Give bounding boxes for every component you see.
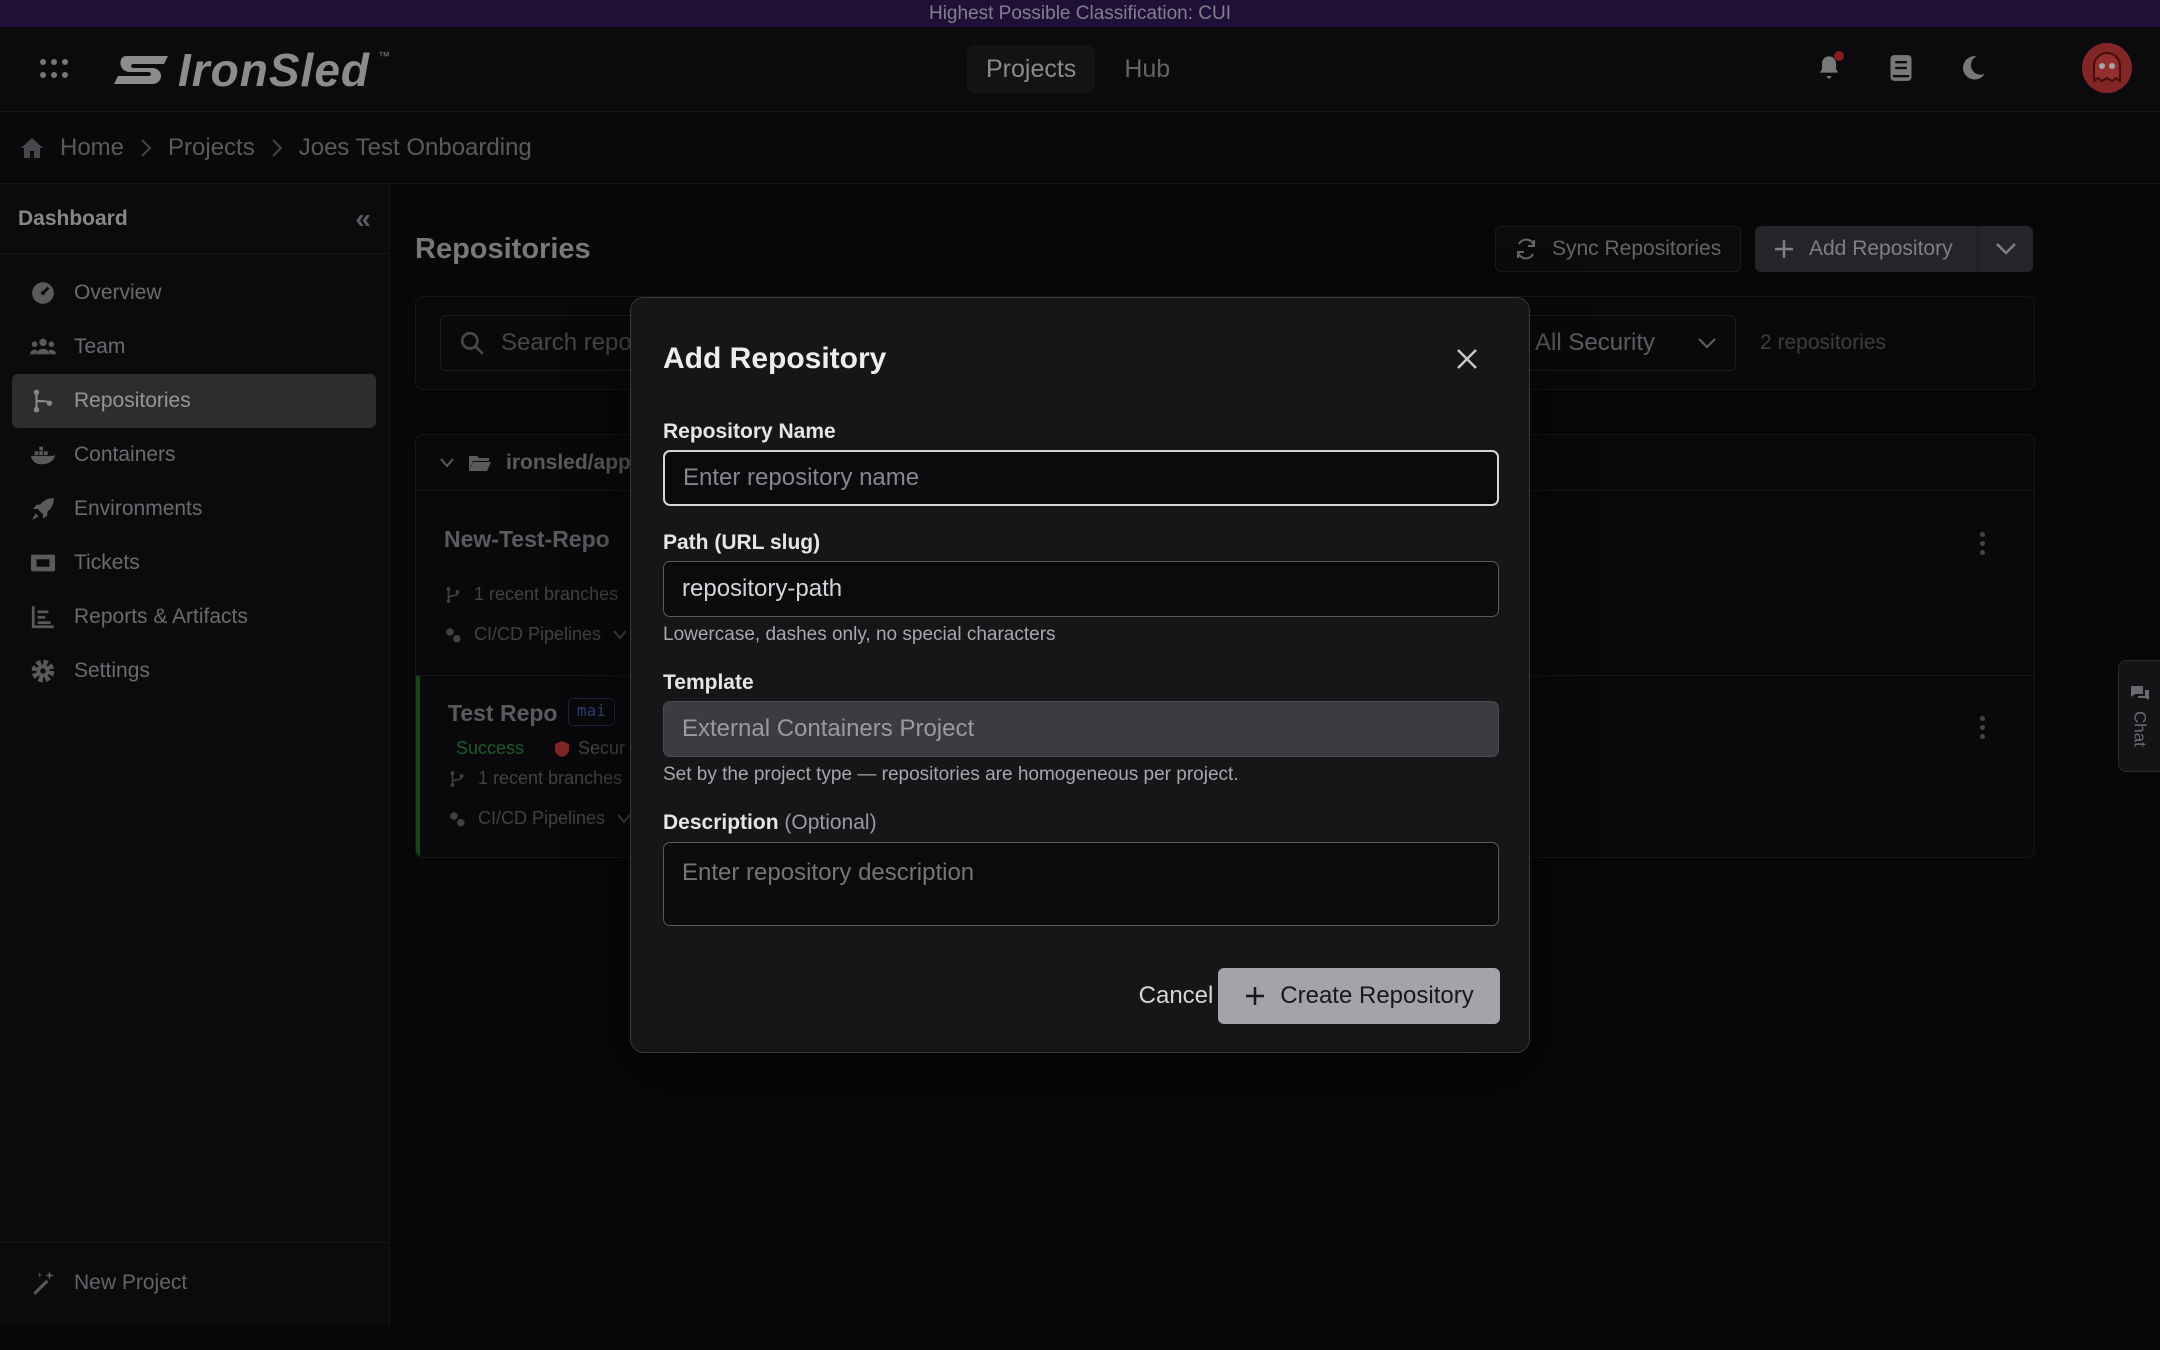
plus-icon [1246, 987, 1265, 1005]
description-label: Description (Optional) [663, 811, 877, 834]
chat-bubbles-icon [2130, 686, 2149, 701]
path-label: Path (URL slug) [663, 531, 821, 554]
template-field-readonly: External Containers Project [663, 701, 1499, 757]
template-hint: Set by the project type — repositories a… [663, 764, 1239, 785]
path-input[interactable]: repository-path [663, 561, 1499, 617]
path-hint: Lowercase, dashes only, no special chara… [663, 624, 1056, 645]
repository-name-input[interactable] [663, 450, 1499, 506]
template-label: Template [663, 671, 754, 694]
repository-name-label: Repository Name [663, 420, 836, 443]
add-repository-dialog: Add Repository Repository Name Path (URL… [630, 297, 1530, 1053]
dialog-title: Add Repository [663, 342, 887, 375]
create-repository-button[interactable]: Create Repository [1218, 968, 1500, 1024]
chat-tab[interactable]: Chat [2118, 660, 2160, 772]
optional-marker: (Optional) [784, 811, 877, 834]
close-icon[interactable] [1452, 344, 1482, 374]
description-textarea[interactable] [663, 842, 1499, 926]
